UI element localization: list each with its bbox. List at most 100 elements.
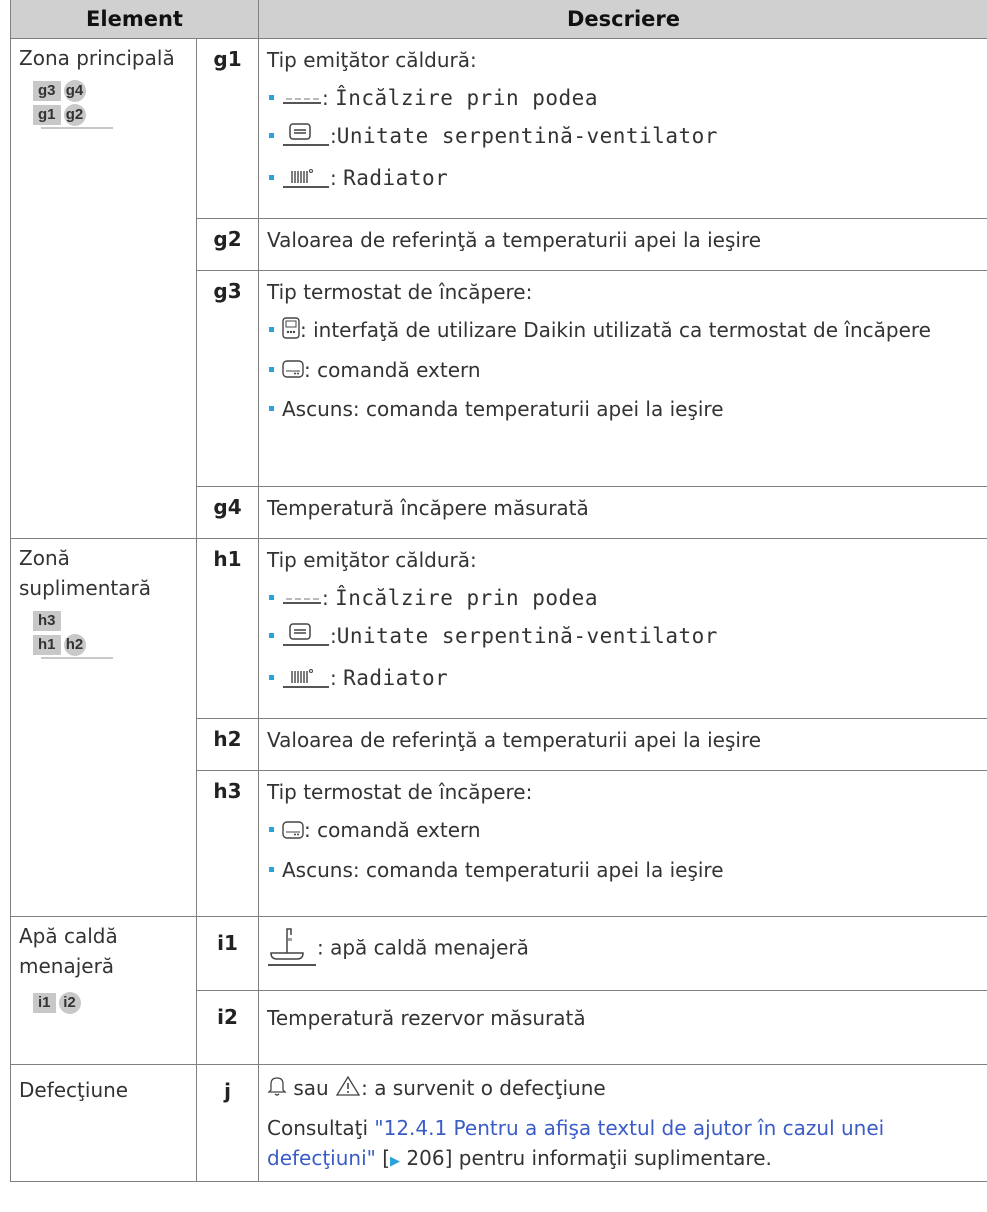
bullet-icon — [269, 675, 274, 680]
fancoil-icon — [282, 121, 330, 155]
h1-item-fancoil: : Unitate serpentină-ventilator — [267, 621, 978, 655]
code-g4: g4 — [196, 486, 259, 539]
zone-main-mini-display: g3 g4 g1 g2 — [33, 79, 190, 129]
g3-item-daikin: : interfaţă de utilizare Daikin utilizat… — [267, 315, 978, 347]
j-page-ref: 206 — [406, 1145, 445, 1170]
mini-underline — [41, 127, 113, 129]
g1-item-label: Radiator — [343, 166, 449, 190]
h1-item-floor: : Încălzire prin podea — [267, 583, 978, 613]
bullet-icon — [269, 133, 274, 138]
j-text: a survenit o defecţiune — [374, 1076, 606, 1100]
h3-item2-text: Ascuns: comanda temperaturii apei la ieş… — [282, 857, 724, 882]
h1-item-label: Radiator — [343, 666, 449, 690]
g1-item-label: Unitate serpentină-ventilator — [336, 124, 718, 148]
code-g3: g3 — [196, 270, 259, 487]
header-description: Descriere — [258, 0, 987, 39]
floor-heating-icon — [282, 583, 322, 613]
h3-title: Tip termostat de încăpere: — [267, 780, 533, 804]
g1-item-floor: : Încălzire prin podea — [267, 83, 978, 113]
mini-h3: h3 — [33, 611, 61, 631]
g3-title: Tip termostat de încăpere: — [267, 280, 533, 304]
bullet-icon — [269, 633, 274, 638]
zone-extra-cell: Zonă suplimentară h3 h1 h2 — [10, 538, 197, 917]
mini-g4: g4 — [63, 80, 86, 102]
j-see-prefix: Consultaţi — [267, 1115, 375, 1140]
g3-item2-text: comandă extern — [317, 357, 481, 382]
mini-g3: g3 — [33, 81, 61, 101]
mini-underline — [41, 657, 113, 659]
h3-item1-text: comandă extern — [317, 818, 481, 842]
code-g1: g1 — [196, 38, 259, 219]
zone-extra-mini-display: h3 h1 h2 — [33, 609, 190, 659]
zone-dhw-cell: Apă caldă menajeră i1 i2 — [10, 916, 197, 1065]
bell-icon — [267, 1075, 287, 1105]
bullet-icon — [269, 827, 274, 832]
external-control-icon — [282, 817, 304, 847]
j-see-suffix: pentru informaţii suplimentare. — [458, 1145, 772, 1170]
desc-j: sau : a survenit o defecţiune Consultaţi… — [258, 1064, 987, 1182]
h1-title: Tip emiţător căldură: — [267, 548, 477, 572]
code-h2: h2 — [196, 718, 259, 771]
zone-fault-label: Defecţiune — [19, 1078, 129, 1102]
g1-item-fancoil: : Unitate serpentină-ventilator — [267, 121, 978, 155]
code-h1: h1 — [196, 538, 259, 719]
zone-fault-cell: Defecţiune — [10, 1064, 197, 1182]
bullet-icon — [269, 406, 274, 411]
mini-h1: h1 — [33, 635, 61, 655]
mini-h2: h2 — [63, 634, 86, 656]
code-i2: i2 — [196, 990, 259, 1065]
code-h3: h3 — [196, 770, 259, 917]
bullet-icon — [269, 327, 274, 332]
floor-heating-icon — [282, 83, 322, 113]
h1-item-label: Unitate serpentină-ventilator — [336, 624, 718, 648]
bullet-icon — [269, 595, 274, 600]
bullet-icon — [269, 866, 274, 872]
warning-icon — [335, 1075, 361, 1105]
desc-h2: Valoarea de referinţă a temperaturii ape… — [258, 718, 987, 771]
zone-main-label: Zona principală — [19, 46, 175, 70]
g3-item-external: : comandă extern — [267, 355, 978, 387]
header-element: Element — [10, 0, 259, 39]
fancoil-icon — [282, 621, 330, 655]
page-arrow-icon: ▶ — [390, 1153, 401, 1169]
g1-item-radiator: : Radiator — [267, 163, 978, 197]
mini-g1: g1 — [33, 105, 61, 125]
mini-g2: g2 — [63, 104, 86, 126]
radiator-icon — [282, 163, 330, 197]
mini-i2: i2 — [58, 992, 81, 1014]
h3-item-external: : comandă extern — [267, 815, 978, 847]
mini-i1: i1 — [33, 993, 56, 1013]
g1-title: Tip emiţător căldură: — [267, 48, 477, 72]
desc-h3: Tip termostat de încăpere: : comandă ext… — [258, 770, 987, 917]
bullet-icon — [269, 366, 274, 372]
h1-item-radiator: : Radiator — [267, 663, 978, 697]
h1-item-label: Încălzire prin podea — [335, 586, 598, 610]
domestic-hot-water-tap-icon — [267, 923, 317, 975]
code-i1: i1 — [196, 916, 259, 991]
i1-text: apă caldă menajeră — [330, 935, 529, 960]
radiator-icon — [282, 663, 330, 697]
h3-item-hidden: Ascuns: comanda temperaturii apei la ieş… — [267, 855, 978, 885]
g3-item3-text: Ascuns: comanda temperaturii apei la ieş… — [282, 397, 724, 421]
desc-g1: Tip emiţător căldură: : Încălzire prin p… — [258, 38, 987, 219]
external-control-icon — [282, 356, 304, 386]
bullet-icon — [269, 175, 274, 180]
desc-g3: Tip termostat de încăpere: : interfaţă d… — [258, 270, 987, 487]
zone-dhw-label: Apă caldă menajeră — [19, 924, 118, 978]
bullet-icon — [269, 95, 274, 100]
code-g2: g2 — [196, 218, 259, 271]
user-interface-thermostat-icon — [282, 316, 300, 347]
zone-extra-label: Zonă suplimentară — [19, 546, 151, 600]
desc-h1: Tip emiţător căldură: : Încălzire prin p… — [258, 538, 987, 719]
desc-i2: Temperatură rezervor măsurată — [258, 990, 987, 1065]
desc-g2: Valoarea de referinţă a temperaturii ape… — [258, 218, 987, 271]
g1-item-label: Încălzire prin podea — [335, 86, 598, 110]
desc-i1: : apă caldă menajeră — [258, 916, 987, 991]
element-description-table: Element Descriere Zona principală g3 g4 … — [10, 0, 987, 1182]
zone-dhw-mini-display: i1 i2 — [33, 991, 190, 1015]
g3-item-hidden: Ascuns: comanda temperaturii apei la ieş… — [267, 394, 978, 424]
zone-main-cell: Zona principală g3 g4 g1 g2 — [10, 38, 197, 539]
g3-item1-text: interfaţă de utilizare Daikin utilizată … — [313, 318, 931, 342]
code-j: j — [196, 1064, 259, 1182]
desc-g4: Temperatură încăpere măsurată — [258, 486, 987, 539]
